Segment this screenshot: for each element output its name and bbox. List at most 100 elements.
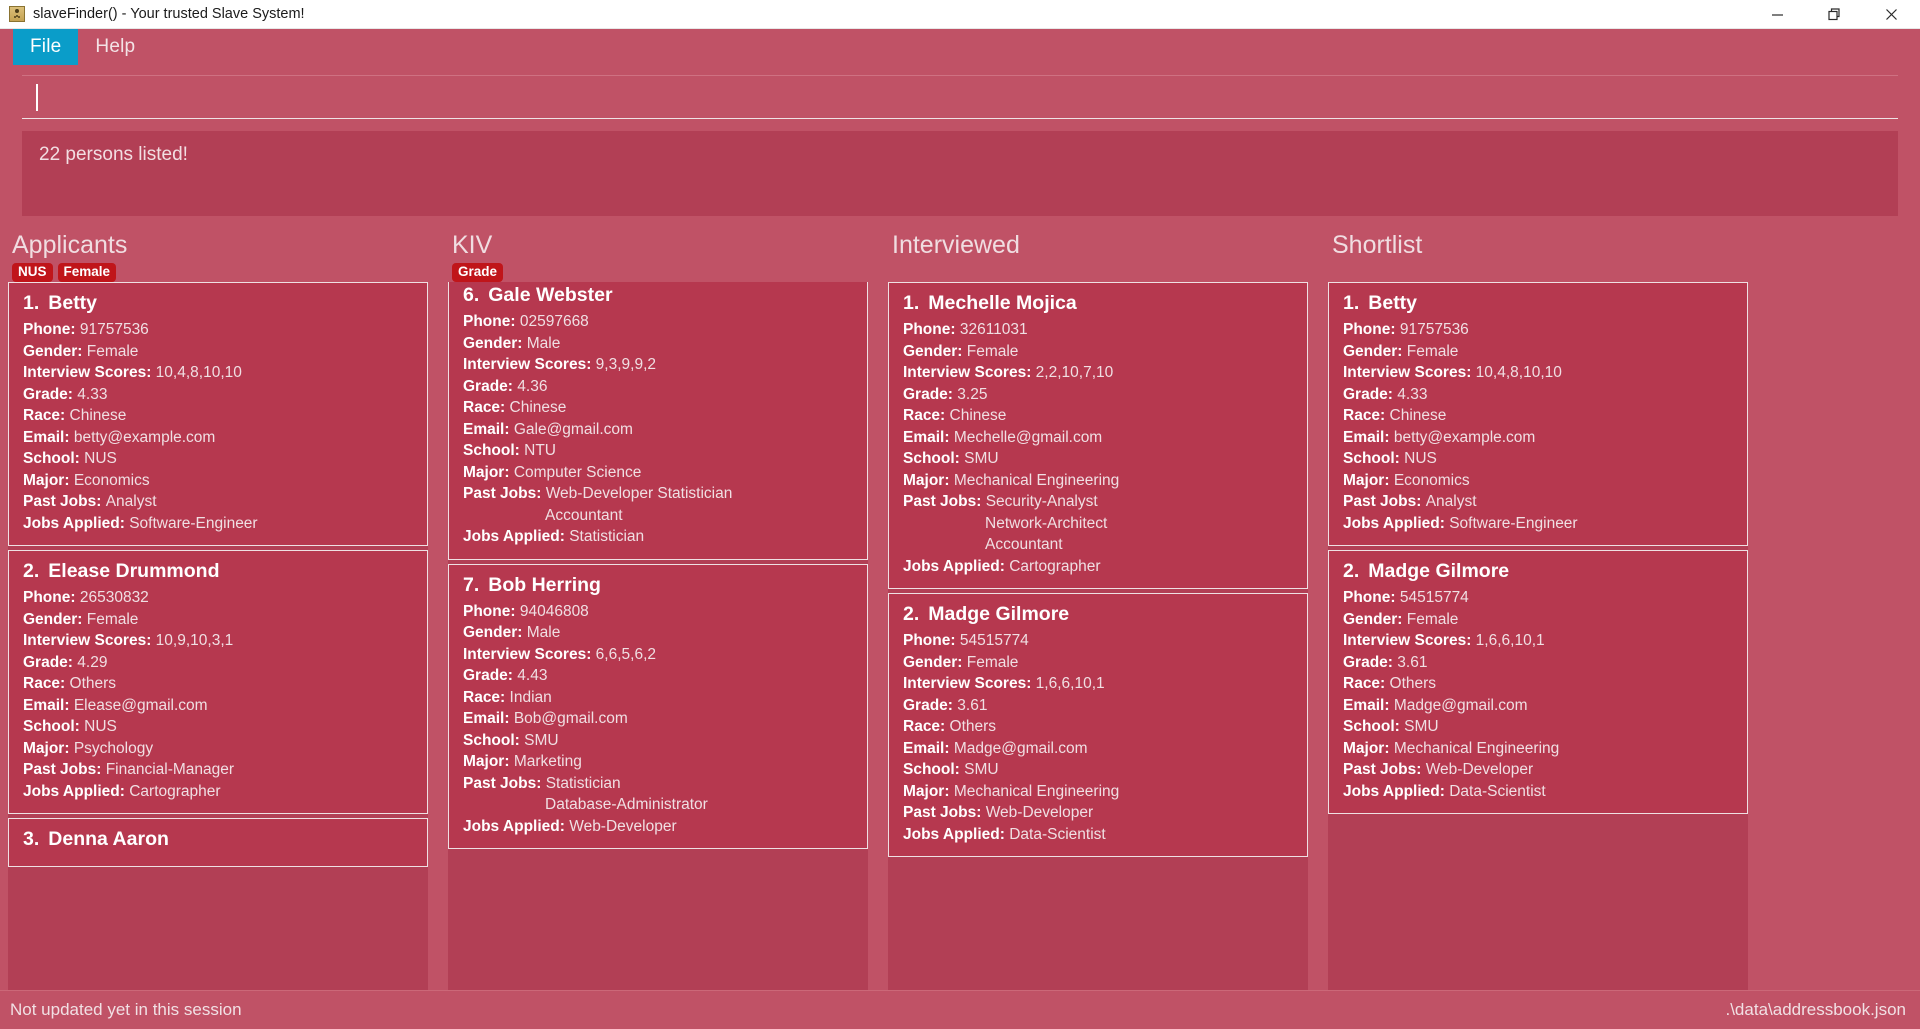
person-card[interactable]: 6. Gale Webster Phone: 02597668 Gender: Mal… — [448, 282, 868, 560]
column-scroll-area[interactable]: 1. Betty Phone: 91757536 Gender: Female Inte… — [1328, 282, 1748, 1010]
person-jobs-applied: Jobs Applied: Cartographer — [23, 781, 413, 803]
person-phone-label: Phone: — [903, 632, 960, 649]
person-major-value: Mechanical Engineering — [1393, 739, 1560, 757]
person-email: Email: Elease@gmail.com — [23, 695, 413, 717]
person-jobs-applied: Jobs Applied: Data-Scientist — [903, 824, 1293, 846]
filter-tag-nus[interactable]: NUS — [12, 262, 53, 282]
person-major-value: Mechanical Engineering — [953, 471, 1120, 489]
person-card[interactable]: 1. Mechelle Mojica Phone: 32611031 Gender: … — [888, 282, 1308, 589]
person-gender-value: Female — [966, 653, 1019, 671]
person-email-label: Email: — [1343, 696, 1394, 714]
person-email: Email: Madge@gmail.com — [1343, 695, 1733, 717]
column-title: KIV — [452, 231, 493, 259]
person-major-label: Major: — [1343, 739, 1394, 757]
person-email: Email: Gale@gmail.com — [463, 419, 853, 441]
person-school-label: School: — [1343, 450, 1405, 467]
column-title: Shortlist — [1332, 231, 1423, 259]
person-race-label: Race: — [463, 399, 510, 416]
person-past-jobs-extra-value: Accountant — [985, 536, 1063, 553]
column-tag-list: Grade — [452, 262, 878, 282]
filter-tag-female[interactable]: Female — [57, 262, 117, 282]
command-box[interactable] — [22, 75, 1898, 119]
person-list-columns: Applicants NUS Female 1. Betty Phone: 9175753… — [0, 230, 1920, 1010]
person-index: 2. — [1343, 560, 1360, 582]
person-grade-label: Grade: — [903, 385, 958, 403]
column-scroll-area[interactable]: 6. Gale Webster Phone: 02597668 Gender: Mal… — [448, 282, 868, 1010]
person-school-label: School: — [903, 450, 965, 467]
person-grade: Grade: 3.61 — [1343, 652, 1733, 674]
person-phone-value: 32611031 — [959, 321, 1028, 338]
person-past-jobs: Past Jobs: Web-Developer — [1343, 759, 1733, 781]
person-major-value: Economics — [1393, 471, 1470, 489]
person-jobs-applied-label: Jobs Applied: — [463, 817, 570, 835]
card-list: 1. Betty Phone: 91757536 Gender: Female Inte… — [1328, 282, 1748, 818]
person-interview-scores-label: Interview Scores: — [903, 364, 1036, 381]
person-past-jobs-label: Past Jobs: — [903, 804, 986, 821]
person-email: Email: Bob@gmail.com — [463, 708, 853, 730]
person-phone-label: Phone: — [463, 313, 520, 330]
person-past-jobs-value: Statistician — [545, 774, 621, 792]
person-major-value: Economics — [73, 471, 150, 489]
person-interview-scores-label: Interview Scores: — [463, 645, 596, 663]
person-school-value: NUS — [84, 718, 117, 735]
person-school: School: NUS — [1343, 448, 1733, 470]
person-jobs-applied: Jobs Applied: Cartographer — [903, 556, 1293, 578]
person-jobs-applied-label: Jobs Applied: — [23, 782, 130, 800]
person-gender: Gender: Male — [463, 333, 853, 355]
person-grade-label: Grade: — [463, 377, 518, 395]
text-caret — [36, 84, 38, 111]
person-phone-value: 91757536 — [1399, 321, 1469, 338]
person-interview-scores: Interview Scores: 10,4,8,10,10 — [23, 362, 413, 384]
person-email: Email: betty@example.com — [1343, 427, 1733, 449]
person-gender-value: Female — [1406, 610, 1459, 628]
person-card[interactable]: 1. Betty Phone: 91757536 Gender: Female Inte… — [8, 282, 428, 546]
person-school: School: SMU — [1343, 716, 1733, 738]
person-card[interactable]: 2. Madge Gilmore Phone: 54515774 Gender: Fe… — [888, 593, 1308, 857]
person-card[interactable]: 2. Elease Drummond Phone: 26530832 Gender: … — [8, 550, 428, 814]
person-jobs-applied-value: Statistician — [569, 528, 645, 545]
person-phone-value: 94046808 — [519, 602, 589, 620]
person-race: Race: Chinese — [463, 397, 853, 419]
person-major-label: Major: — [463, 463, 514, 481]
person-jobs-applied-value: Data-Scientist — [1009, 825, 1106, 843]
column-header: Applicants NUS Female — [0, 230, 438, 282]
person-race: Race: Chinese — [23, 405, 413, 427]
column-scroll-area[interactable]: 1. Betty Phone: 91757536 Gender: Female Inte… — [8, 282, 428, 1010]
person-card[interactable]: 2. Madge Gilmore Phone: 54515774 Gender: Fe… — [1328, 550, 1748, 814]
close-icon[interactable] — [1863, 0, 1920, 29]
person-race-value: Indian — [509, 688, 552, 706]
filter-tag-grade[interactable]: Grade — [452, 262, 504, 282]
person-interview-scores: Interview Scores: 6,6,5,6,2 — [463, 644, 853, 666]
person-grade-value: 3.61 — [1397, 653, 1428, 671]
person-index: 2. — [903, 603, 920, 625]
column-scroll-area[interactable]: 1. Mechelle Mojica Phone: 32611031 Gender: … — [888, 282, 1308, 1010]
restore-icon[interactable] — [1806, 0, 1863, 29]
person-card[interactable]: 3. Denna Aaron — [8, 818, 428, 867]
person-phone-label: Phone: — [463, 602, 520, 620]
menu-item-file[interactable]: File — [13, 29, 79, 65]
person-card[interactable]: 7. Bob Herring Phone: 94046808 Gender: Male… — [448, 563, 868, 849]
person-gender: Gender: Female — [23, 609, 413, 631]
person-index: 7. — [463, 573, 480, 596]
person-name: 1. Mechelle Mojica — [903, 292, 1077, 314]
menu-item-help[interactable]: Help — [78, 29, 152, 65]
person-past-jobs: Past Jobs: Financial-Manager — [23, 759, 413, 781]
person-gender: Gender: Female — [23, 341, 413, 363]
person-gender-label: Gender: — [1343, 342, 1407, 360]
person-jobs-applied-value: Cartographer — [1009, 557, 1101, 575]
command-input[interactable] — [36, 85, 1898, 109]
person-card[interactable]: 1. Betty Phone: 91757536 Gender: Female Inte… — [1328, 282, 1748, 546]
person-race-value: Others — [949, 718, 997, 735]
person-interview-scores-value: 10,4,8,10,10 — [1475, 364, 1562, 381]
person-major-label: Major: — [23, 739, 74, 757]
person-race-label: Race: — [1343, 407, 1390, 424]
person-race-label: Race: — [903, 718, 950, 735]
person-grade: Grade: 4.33 — [23, 384, 413, 406]
person-school-value: SMU — [964, 450, 999, 467]
column-title: Applicants — [12, 231, 128, 259]
person-email-label: Email: — [23, 696, 74, 714]
person-email-label: Email: — [463, 710, 514, 727]
person-gender-label: Gender: — [463, 624, 527, 641]
minimize-icon[interactable] — [1749, 0, 1806, 29]
person-email-value: Madge@gmail.com — [953, 739, 1088, 757]
